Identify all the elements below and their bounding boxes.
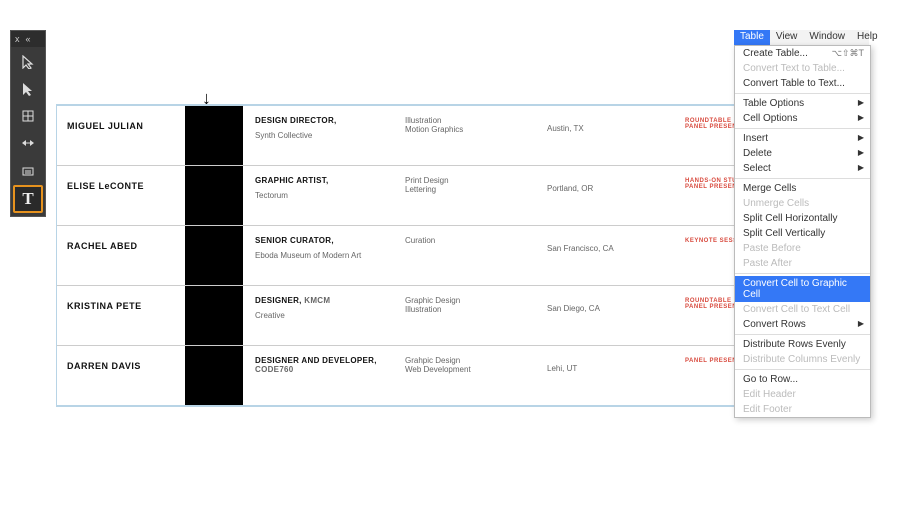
mi-convert-text-to-table: Convert Text to Table...	[735, 61, 870, 76]
black-cell[interactable]	[185, 226, 243, 285]
skill: Web Development	[405, 365, 537, 374]
role-title: DESIGNER,	[255, 296, 302, 305]
mi-cell-options[interactable]: Cell Options▶	[735, 111, 870, 126]
location: San Francisco, CA	[547, 244, 614, 253]
role-org: KMCM	[302, 296, 331, 305]
page-tool-icon[interactable]	[15, 104, 41, 128]
role-title: DESIGN DIRECTOR,	[255, 116, 395, 125]
table-row[interactable]: DARREN DAVIS DESIGNER AND DEVELOPER, COD…	[57, 346, 833, 406]
skill: Motion Graphics	[405, 125, 537, 134]
speaker-name: MIGUEL JULIAN	[67, 121, 143, 131]
menubar: Table View Window Help	[734, 30, 869, 45]
role-org: Tectorum	[255, 191, 288, 200]
mi-distribute-rows[interactable]: Distribute Rows Evenly	[735, 337, 870, 352]
location: Portland, OR	[547, 184, 593, 193]
location: San Diego, CA	[547, 304, 600, 313]
shortcut: ⌥⇧⌘T	[832, 48, 864, 59]
mi-convert-to-graphic-cell[interactable]: Convert Cell to Graphic Cell	[735, 276, 870, 302]
role-org: Eboda Museum of Modern Art	[255, 251, 361, 260]
black-cell[interactable]	[185, 286, 243, 345]
black-cell[interactable]	[185, 166, 243, 225]
chevron-right-icon: ▶	[858, 319, 864, 328]
separator	[735, 128, 870, 129]
separator	[735, 334, 870, 335]
mi-convert-to-text-cell: Convert Cell to Text Cell	[735, 302, 870, 317]
separator	[735, 93, 870, 94]
panel-header[interactable]: x «	[11, 31, 45, 47]
separator	[735, 273, 870, 274]
role-title: DESIGNER AND DEVELOPER,	[255, 356, 377, 365]
mi-create-table[interactable]: Create Table...⌥⇧⌘T	[735, 46, 870, 61]
speaker-name: DARREN DAVIS	[67, 361, 141, 371]
mi-distribute-cols: Distribute Columns Evenly	[735, 352, 870, 367]
selection-tool-icon[interactable]	[15, 50, 41, 74]
tool-panel: x « T	[10, 30, 46, 217]
location: Austin, TX	[547, 124, 584, 133]
skill: Illustration	[405, 116, 537, 125]
chevron-right-icon: ▶	[858, 148, 864, 157]
role-org: Synth Collective	[255, 131, 312, 140]
black-cell[interactable]	[185, 106, 243, 165]
mi-go-to-row[interactable]: Go to Row...	[735, 372, 870, 387]
table-row[interactable]: MIGUEL JULIAN DESIGN DIRECTOR, Synth Coll…	[57, 106, 833, 166]
direct-selection-tool-icon[interactable]	[15, 77, 41, 101]
skill: Grahpic Design	[405, 356, 537, 365]
speaker-name: ELISE LeCONTE	[67, 181, 144, 191]
mi-table-options[interactable]: Table Options▶	[735, 96, 870, 111]
speaker-name: KRISTINA PETE	[67, 301, 142, 311]
type-tool-icon[interactable]: T	[13, 185, 43, 213]
separator	[735, 178, 870, 179]
skill: Graphic Design	[405, 296, 537, 305]
mi-paste-before: Paste Before	[735, 241, 870, 256]
mi-convert-rows[interactable]: Convert Rows▶	[735, 317, 870, 332]
role-title: GRAPHIC ARTIST,	[255, 176, 395, 185]
mi-select[interactable]: Select▶	[735, 161, 870, 176]
chevron-right-icon: ▶	[858, 98, 864, 107]
menu-window[interactable]: Window	[803, 30, 851, 45]
mi-edit-footer: Edit Footer	[735, 402, 870, 417]
mi-split-horizontal[interactable]: Split Cell Horizontally	[735, 211, 870, 226]
mi-delete[interactable]: Delete▶	[735, 146, 870, 161]
separator	[735, 369, 870, 370]
mi-edit-header: Edit Header	[735, 387, 870, 402]
black-cell[interactable]	[185, 346, 243, 405]
mi-split-vertical[interactable]: Split Cell Vertically	[735, 226, 870, 241]
speaker-name: RACHEL ABED	[67, 241, 138, 251]
skill: Curation	[405, 236, 537, 245]
content-collector-tool-icon[interactable]	[15, 158, 41, 182]
mi-insert[interactable]: Insert▶	[735, 131, 870, 146]
menu-view[interactable]: View	[770, 30, 804, 45]
skill: Lettering	[405, 185, 537, 194]
document-table: MIGUEL JULIAN DESIGN DIRECTOR, Synth Coll…	[56, 104, 834, 407]
table-menu-dropdown: Create Table...⌥⇧⌘T Convert Text to Tabl…	[734, 45, 871, 418]
location: Lehi, UT	[547, 364, 577, 373]
role-org: CODE760	[255, 365, 294, 374]
menu-table[interactable]: Table	[734, 30, 770, 45]
chevron-right-icon: ▶	[858, 133, 864, 142]
table-row[interactable]: RACHEL ABED SENIOR CURATOR, Eboda Museum …	[57, 226, 833, 286]
role-org: Creative	[255, 311, 285, 320]
close-icon[interactable]: x	[15, 35, 20, 44]
gap-tool-icon[interactable]	[15, 131, 41, 155]
chevron-right-icon: ▶	[858, 113, 864, 122]
mi-merge-cells[interactable]: Merge Cells	[735, 181, 870, 196]
table-row[interactable]: ELISE LeCONTE GRAPHIC ARTIST, Tectorum Pr…	[57, 166, 833, 226]
table-row[interactable]: KRISTINA PETE DESIGNER, KMCM Creative Gra…	[57, 286, 833, 346]
skill: Illustration	[405, 305, 537, 314]
chevron-right-icon: ▶	[858, 163, 864, 172]
collapse-icon[interactable]: «	[26, 35, 31, 44]
mi-paste-after: Paste After	[735, 256, 870, 271]
menu-help[interactable]: Help	[851, 30, 884, 45]
mi-convert-table-to-text[interactable]: Convert Table to Text...	[735, 76, 870, 91]
skill: Print Design	[405, 176, 537, 185]
role-title: SENIOR CURATOR,	[255, 236, 395, 245]
mi-unmerge-cells: Unmerge Cells	[735, 196, 870, 211]
